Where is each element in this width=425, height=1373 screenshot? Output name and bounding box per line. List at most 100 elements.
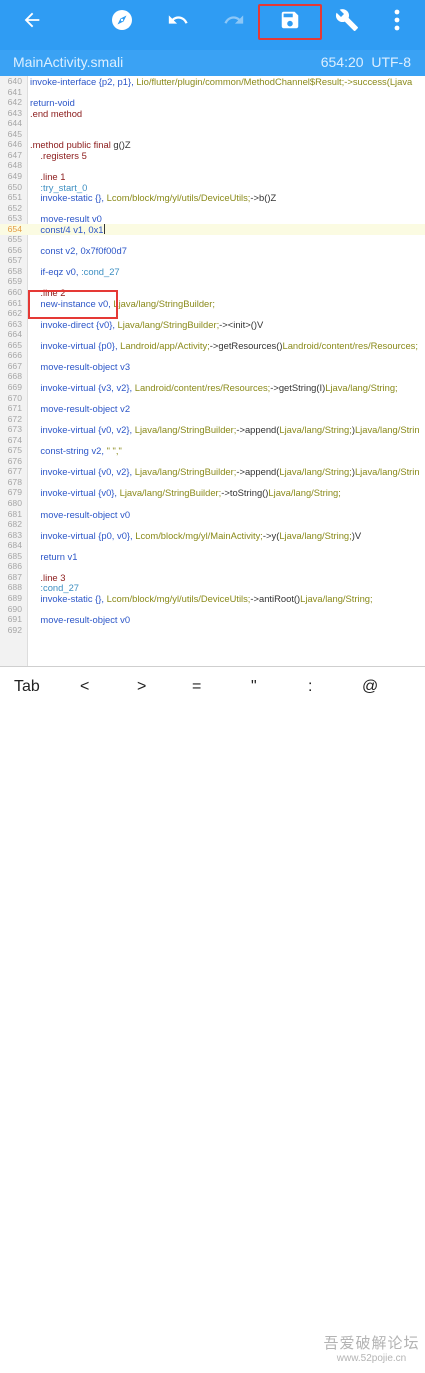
code-line[interactable]: 646 .method public final g()Z <box>0 139 425 150</box>
code-line[interactable]: 651 invoke-static {}, Lcom/block/mg/yl/u… <box>0 192 425 203</box>
forum-watermark: 吾爱破解论坛 www.52pojie.cn <box>318 1334 425 1373</box>
code-line[interactable]: 681 move-result-object v0 <box>0 509 425 520</box>
code-line[interactable]: 684 <box>0 540 425 551</box>
code-line[interactable]: 672 <box>0 414 425 425</box>
code-line[interactable]: 641 <box>0 87 425 98</box>
navigate-button[interactable] <box>102 0 142 40</box>
code-line[interactable]: 678 <box>0 477 425 488</box>
code-line[interactable]: 664 <box>0 329 425 340</box>
line-code: invoke-virtual {v0, v2}, Ljava/lang/Stri… <box>30 424 420 436</box>
code-line[interactable]: 656 const v2, 0x7f0f00d7 <box>0 245 425 256</box>
tools-button[interactable] <box>327 0 367 40</box>
code-line[interactable]: 680 <box>0 498 425 509</box>
code-line[interactable]: 653 move-result v0 <box>0 213 425 224</box>
code-line[interactable]: 671 move-result-object v2 <box>0 403 425 414</box>
line-number: 642 <box>7 97 22 108</box>
undo-button[interactable] <box>158 0 198 40</box>
code-line[interactable]: 644 <box>0 118 425 129</box>
back-button[interactable] <box>12 0 52 40</box>
code-line[interactable]: 679 invoke-virtual {v0}, Ljava/lang/Stri… <box>0 487 425 498</box>
line-number: 670 <box>7 392 22 403</box>
code-token: Ljava/lang/Strin <box>354 424 420 436</box>
code-token: invoke-virtual {v0, v2}, <box>30 424 135 436</box>
code-line[interactable]: 692 <box>0 625 425 636</box>
code-token: Lcom/block/mg/yl/utils/DeviceUtils; <box>106 192 251 204</box>
watermark-title: 吾爱破解论坛 <box>323 1335 420 1352</box>
code-line[interactable]: 668 <box>0 371 425 382</box>
code-line[interactable]: 687 .line 3 <box>0 572 425 583</box>
line-code: .line 3 <box>30 572 65 583</box>
line-number: 676 <box>7 455 22 466</box>
code-token: Ljava/lang/StringBuilder; <box>134 466 237 478</box>
code-line[interactable]: 650 :try_start_0 <box>0 182 425 193</box>
code-line[interactable]: 659 <box>0 276 425 287</box>
code-line[interactable]: 690 <box>0 604 425 615</box>
code-line[interactable]: 648 <box>0 160 425 171</box>
code-line[interactable]: 649 .line 1 <box>0 171 425 182</box>
line-code: const/4 v1, 0x1 <box>30 223 106 235</box>
line-number: 659 <box>7 276 22 287</box>
file-encoding: UTF-8 <box>371 54 411 70</box>
code-line[interactable]: 667 move-result-object v3 <box>0 361 425 372</box>
symbol-equals-key[interactable]: = <box>192 678 201 696</box>
code-line[interactable]: 643 .end method <box>0 108 425 119</box>
back-arrow-icon <box>24 12 40 28</box>
line-number: 660 <box>7 287 22 297</box>
code-line[interactable]: 655 <box>0 234 425 245</box>
code-line[interactable]: 682 <box>0 519 425 530</box>
code-token: ->getString(I) <box>270 381 326 393</box>
symbol-less-than-key[interactable]: < <box>80 678 89 696</box>
code-token: ->antiRoot() <box>250 592 301 604</box>
code-token: move-result-object v3 <box>30 360 131 372</box>
code-line-current[interactable]: 654 const/4 v1, 0x1 <box>0 223 425 235</box>
symbol-quote-key[interactable]: " <box>251 678 257 696</box>
redo-button[interactable] <box>214 0 254 40</box>
edited-line-highlight <box>28 290 118 319</box>
code-line[interactable]: 674 <box>0 435 425 446</box>
symbol-greater-than-key[interactable]: > <box>137 678 146 696</box>
code-line[interactable]: 666 <box>0 350 425 361</box>
code-line[interactable]: 673 invoke-virtual {v0, v2}, Ljava/lang/… <box>0 424 425 435</box>
line-number: 641 <box>7 86 22 97</box>
line-number: 682 <box>7 519 22 530</box>
code-line[interactable]: 645 <box>0 129 425 140</box>
code-line[interactable]: 685 return v1 <box>0 551 425 562</box>
line-number: 651 <box>7 192 22 203</box>
code-line[interactable]: 675 const-string v2, " "," <box>0 445 425 456</box>
code-token: .registers 5 <box>30 149 87 161</box>
code-line[interactable]: 676 <box>0 456 425 467</box>
code-line[interactable]: 647 .registers 5 <box>0 150 425 161</box>
file-info-bar: MainActivity.smali 654:20 UTF-8 <box>0 50 425 76</box>
code-line[interactable]: 686 <box>0 561 425 572</box>
symbol-at-key[interactable]: @ <box>362 678 378 696</box>
line-number: 668 <box>7 371 22 382</box>
code-line[interactable]: 689 invoke-static {}, Lcom/block/mg/yl/u… <box>0 593 425 604</box>
code-line[interactable]: 670 <box>0 393 425 404</box>
code-line[interactable]: 657 <box>0 255 425 266</box>
line-number: 662 <box>7 308 22 319</box>
code-line[interactable]: 658 if-eqz v0, :cond_27 <box>0 266 425 277</box>
code-token: Ljava/lang/StringBuilder; <box>117 318 220 330</box>
code-token: Ljava/lang/String; <box>279 424 352 436</box>
code-line[interactable]: 683 invoke-virtual {p0, v0}, Lcom/block/… <box>0 530 425 541</box>
code-line[interactable]: 640 invoke-interface {p2, p1}, Lio/flutte… <box>0 76 425 87</box>
code-line[interactable]: 688 :cond_27 <box>0 582 425 593</box>
code-token: Ljava/lang/StringBuilder; <box>119 487 222 499</box>
line-number: 644 <box>7 118 22 129</box>
line-number: 649 <box>7 170 22 181</box>
more-options-button[interactable] <box>380 0 414 40</box>
symbol-colon-key[interactable]: : <box>308 678 312 696</box>
code-editor[interactable]: 640 invoke-interface {p2, p1}, Lio/flutte… <box>0 76 425 666</box>
code-line[interactable]: 665 invoke-virtual {p0}, Landroid/app/Ac… <box>0 340 425 351</box>
code-line[interactable]: 642 return-void <box>0 97 425 108</box>
line-code: :try_start_0 <box>30 182 87 193</box>
line-number: 680 <box>7 498 22 508</box>
code-line[interactable]: 652 <box>0 203 425 214</box>
code-line[interactable]: 669 invoke-virtual {v3, v2}, Landroid/co… <box>0 382 425 393</box>
symbol-tab-key[interactable]: Tab <box>14 678 40 696</box>
code-line[interactable]: 677 invoke-virtual {v0, v2}, Ljava/lang/… <box>0 466 425 477</box>
line-number: 677 <box>7 466 22 477</box>
code-line[interactable]: 663 invoke-direct {v0}, Ljava/lang/Strin… <box>0 319 425 330</box>
line-number: 646 <box>7 139 22 150</box>
code-line[interactable]: 691 move-result-object v0 <box>0 614 425 625</box>
